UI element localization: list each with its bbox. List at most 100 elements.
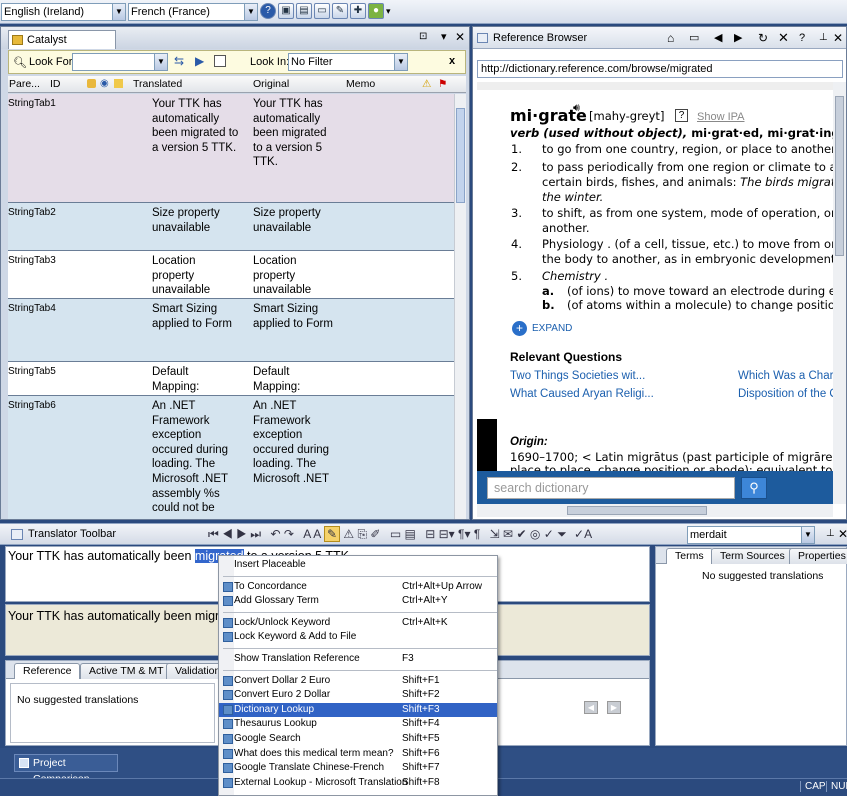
play-icon[interactable]: ▶ bbox=[195, 54, 204, 68]
pin-icon[interactable]: ⊥ bbox=[826, 528, 835, 539]
first-icon[interactable]: ⏮ bbox=[208, 527, 219, 541]
tab-active-tm-mt[interactable]: Active TM & MT bbox=[80, 663, 173, 679]
menu-item[interactable]: Lock/Unlock Keyword Ctrl+Alt+K bbox=[219, 616, 497, 631]
look-for-input[interactable]: ▼ bbox=[72, 53, 168, 71]
chevron-down-icon[interactable]: ▼ bbox=[154, 54, 167, 70]
edit-icon[interactable]: ✎ bbox=[332, 3, 348, 19]
close-icon[interactable]: ✕ bbox=[838, 527, 847, 541]
pilcrow-icon[interactable]: ¶ bbox=[474, 527, 480, 541]
font-smaller-icon[interactable]: A bbox=[313, 527, 320, 541]
prev-suggestion-icon[interactable]: ◀ bbox=[584, 701, 598, 714]
android-icon[interactable]: ● bbox=[368, 3, 384, 19]
menu-item[interactable]: External Lookup - Microsoft Translation S… bbox=[219, 776, 497, 791]
chevron-down-icon[interactable]: ▼ bbox=[112, 4, 125, 20]
menu-item[interactable]: Add Glossary Term Ctrl+Alt+Y bbox=[219, 594, 497, 609]
tools-icon[interactable]: ✚ bbox=[350, 3, 366, 19]
question-link[interactable]: Two Things Societies wit... bbox=[510, 370, 645, 382]
filter-icon[interactable]: ⏷ bbox=[557, 527, 567, 541]
check-all-icon[interactable]: ✔ bbox=[516, 527, 526, 541]
menu-item[interactable]: Insert Placeable bbox=[219, 558, 497, 573]
next-icon[interactable]: ▶ bbox=[236, 527, 247, 541]
validate-icon[interactable]: ⇲ bbox=[490, 527, 500, 541]
frame-icon[interactable]: ▣ bbox=[278, 3, 294, 19]
table-row[interactable]: StringTab1 Your TTK has automatically be… bbox=[8, 94, 454, 203]
table-row[interactable]: StringTab4 Smart Sizing applied to Form … bbox=[8, 299, 454, 362]
next-suggestion-icon[interactable]: ▶ bbox=[607, 701, 621, 714]
home-icon[interactable]: ⌂ bbox=[667, 27, 674, 49]
grid-scrollbar[interactable] bbox=[454, 94, 466, 519]
show-ipa-link[interactable]: Show IPA bbox=[697, 111, 745, 123]
expand-link[interactable]: EXPAND bbox=[532, 323, 572, 334]
forward-icon[interactable]: ▶ bbox=[734, 27, 742, 49]
pronunciation-help-icon[interactable]: ? bbox=[675, 109, 688, 122]
table-row[interactable]: StringTab5 Default Mapping: Default Mapp… bbox=[8, 362, 454, 396]
pen-icon[interactable]: ✐ bbox=[370, 527, 380, 541]
last-icon[interactable]: ⏭ bbox=[250, 527, 261, 541]
tab-terms[interactable]: Terms bbox=[666, 548, 713, 564]
chevron-down-icon[interactable]: ▼ bbox=[394, 54, 407, 70]
redo-icon[interactable]: ↷ bbox=[284, 527, 294, 541]
folder-open-icon[interactable]: ▭ bbox=[689, 27, 699, 49]
mail-icon[interactable]: ✉ bbox=[503, 527, 513, 541]
chevron-down-icon[interactable]: ▼ bbox=[801, 527, 814, 543]
target-language-select[interactable]: French (France) ▼ bbox=[128, 3, 258, 21]
tm-dropdown-icon[interactable]: ⊟▾ bbox=[439, 527, 455, 541]
menu-item[interactable]: To Concordance Ctrl+Alt+Up Arrow bbox=[219, 580, 497, 595]
tab-reference[interactable]: Reference bbox=[14, 663, 81, 679]
tab-properties[interactable]: Properties bbox=[789, 548, 847, 564]
browser-vertical-scrollbar[interactable] bbox=[833, 82, 846, 504]
dictionary-search-input[interactable]: search dictionary bbox=[487, 477, 735, 499]
url-bar[interactable]: http://dictionary.reference.com/browse/m… bbox=[477, 60, 843, 78]
close-icon[interactable]: ✕ bbox=[455, 30, 465, 44]
layout-icon[interactable]: ▤ bbox=[405, 527, 416, 541]
spellcheck-icon[interactable]: ✓A bbox=[574, 527, 592, 541]
tab-term-sources[interactable]: Term Sources bbox=[711, 548, 794, 564]
menu-item[interactable]: Dictionary Lookup Shift+F3 bbox=[219, 702, 497, 718]
col-parent[interactable]: Pare... bbox=[9, 76, 40, 92]
highlight-icon[interactable]: ✎ bbox=[323, 526, 341, 542]
copy-icon[interactable]: ⎘ bbox=[357, 527, 367, 541]
col-translated[interactable]: Translated bbox=[133, 76, 182, 92]
tab-project-file[interactable]: Catalyst Project.ttk bbox=[8, 30, 116, 64]
col-memo[interactable]: Memo bbox=[346, 76, 375, 92]
project-comparison-tab[interactable]: Project Comparison bbox=[14, 754, 118, 785]
question-link[interactable]: What Caused Aryan Religi... bbox=[510, 388, 654, 400]
close-icon[interactable]: ✕ bbox=[833, 27, 843, 49]
menu-item[interactable]: Show Translation Reference F3 bbox=[219, 652, 497, 667]
dropdown-menu-icon[interactable]: ▾ bbox=[441, 30, 447, 43]
table-row[interactable]: StringTab6 An .NET Framework exception o… bbox=[8, 396, 454, 519]
glossary-select[interactable]: merdait ▼ bbox=[687, 526, 815, 544]
menu-item[interactable]: Google Search Shift+F5 bbox=[219, 732, 497, 747]
check-icon[interactable]: ✓ bbox=[544, 527, 554, 541]
source-language-select[interactable]: English (Ireland) ▼ bbox=[1, 3, 126, 21]
question-link[interactable]: Disposition of the Offi bbox=[738, 388, 843, 400]
pin-icon[interactable]: ⊥ bbox=[819, 27, 828, 49]
match-case-checkbox[interactable] bbox=[214, 55, 226, 67]
table-row[interactable]: StringTab3 Location property unavailable… bbox=[8, 251, 454, 299]
question-link[interactable]: Which Was a Charact bbox=[738, 370, 843, 382]
back-icon[interactable]: ◀ bbox=[714, 27, 722, 49]
refresh-icon[interactable]: ↻ bbox=[758, 27, 768, 49]
menu-item[interactable]: Thesaurus Lookup Shift+F4 bbox=[219, 717, 497, 732]
undo-icon[interactable]: ↶ bbox=[270, 527, 280, 541]
menu-item[interactable]: Convert Euro 2 Dollar Shift+F2 bbox=[219, 688, 497, 703]
look-in-select[interactable]: No Filter ▼ bbox=[288, 53, 408, 71]
table-row[interactable]: StringTab2 Size property unavailable Siz… bbox=[8, 203, 454, 251]
close-search-button[interactable]: x bbox=[449, 55, 455, 67]
pin-icon[interactable]: ⊡ bbox=[419, 31, 427, 42]
find-icon[interactable]: ⇆ bbox=[174, 54, 184, 68]
overflow-chevron-icon[interactable]: ▾ bbox=[386, 6, 391, 16]
frame-icon[interactable]: ▭ bbox=[390, 527, 401, 541]
search-icon[interactable]: ⚲ bbox=[741, 477, 767, 499]
scrollbar-thumb[interactable] bbox=[835, 96, 844, 256]
scrollbar-thumb[interactable] bbox=[456, 108, 465, 203]
menu-item[interactable]: Google Translate Chinese-French Shift+F7 bbox=[219, 761, 497, 776]
stop-icon[interactable]: ✕ bbox=[778, 27, 789, 49]
menu-item[interactable]: Convert Dollar 2 Euro Shift+F1 bbox=[219, 674, 497, 689]
col-original[interactable]: Original bbox=[253, 76, 289, 92]
hide-icon[interactable]: ◎ bbox=[530, 527, 540, 541]
help-icon[interactable]: ? bbox=[799, 27, 805, 49]
warning-icon[interactable]: ⚠ bbox=[343, 527, 354, 541]
browser-horizontal-scrollbar[interactable] bbox=[477, 504, 833, 517]
menu-item[interactable]: What does this medical term mean? Shift+F… bbox=[219, 747, 497, 762]
